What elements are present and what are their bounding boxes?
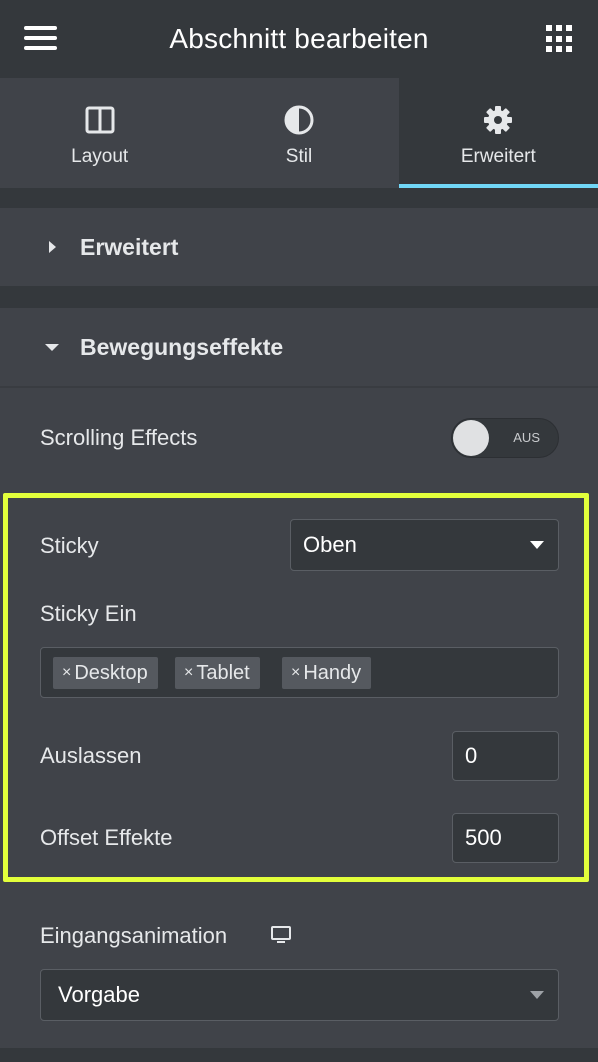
chevron-down-icon xyxy=(530,541,544,549)
divider xyxy=(0,1048,598,1062)
section-advanced-toggle[interactable]: Erweitert xyxy=(0,208,598,286)
scrolling-effects-switch[interactable]: AUS xyxy=(451,418,559,458)
tab-advanced[interactable]: Erweitert xyxy=(398,78,598,188)
gear-icon xyxy=(484,106,513,134)
remove-tag-icon[interactable]: × xyxy=(291,664,300,682)
layout-columns-icon xyxy=(85,106,115,134)
offset-input[interactable]: 0 xyxy=(452,731,559,781)
section-motion-toggle[interactable]: Bewegungseffekte xyxy=(0,308,598,386)
divider xyxy=(0,286,598,308)
sticky-select-value: Oben xyxy=(303,532,357,557)
sticky-devices-input[interactable]: × Desktop × Tablet × Handy xyxy=(40,647,559,698)
tab-bar: Layout Stil Erweitert xyxy=(0,78,598,188)
monitor-icon[interactable] xyxy=(270,925,292,945)
remove-tag-icon[interactable]: × xyxy=(62,664,71,682)
tab-layout-label: Layout xyxy=(71,146,129,167)
caret-right-icon xyxy=(49,241,56,253)
panel-header: Abschnitt bearbeiten xyxy=(0,0,598,78)
divider xyxy=(0,188,598,208)
sticky-on-label: Sticky Ein xyxy=(40,601,137,626)
device-tag-mobile[interactable]: × Handy xyxy=(282,657,372,689)
hamburger-icon[interactable] xyxy=(24,26,57,50)
effects-offset-label: Offset Effekte xyxy=(40,825,173,850)
half-circle-contrast-icon xyxy=(284,105,314,135)
scrolling-effects-label: Scrolling Effects xyxy=(40,425,198,450)
effects-offset-input[interactable]: 500 xyxy=(452,813,559,863)
divider xyxy=(0,386,598,388)
entrance-animation-label: Eingangsanimation xyxy=(40,923,228,948)
tab-style-label: Stil xyxy=(285,146,313,167)
device-tag-label: Handy xyxy=(303,661,362,684)
device-tag-tablet[interactable]: × Tablet xyxy=(175,657,260,689)
device-tag-label: Tablet xyxy=(196,661,250,684)
sticky-select[interactable]: Oben xyxy=(290,519,559,571)
caret-down-icon xyxy=(45,344,59,351)
entrance-animation-select[interactable]: Vorgabe xyxy=(40,969,559,1021)
sticky-label: Sticky xyxy=(40,533,99,558)
tab-style[interactable]: Stil xyxy=(199,78,398,188)
panel-title: Abschnitt bearbeiten xyxy=(169,23,429,54)
switch-state-label: AUS xyxy=(513,430,540,445)
entrance-animation-value: Vorgabe xyxy=(58,982,140,1007)
section-motion-title: Bewegungseffekte xyxy=(80,333,284,360)
device-tag-label: Desktop xyxy=(74,661,148,684)
chevron-down-icon xyxy=(530,991,544,999)
remove-tag-icon[interactable]: × xyxy=(184,664,193,682)
tab-layout[interactable]: Layout xyxy=(0,78,199,188)
offset-label: Auslassen xyxy=(40,743,142,768)
section-advanced-title: Erweitert xyxy=(80,233,179,260)
device-tag-desktop[interactable]: × Desktop xyxy=(53,657,158,689)
tab-advanced-label: Erweitert xyxy=(460,146,536,167)
switch-knob xyxy=(453,420,489,456)
grid-icon[interactable] xyxy=(546,25,574,53)
